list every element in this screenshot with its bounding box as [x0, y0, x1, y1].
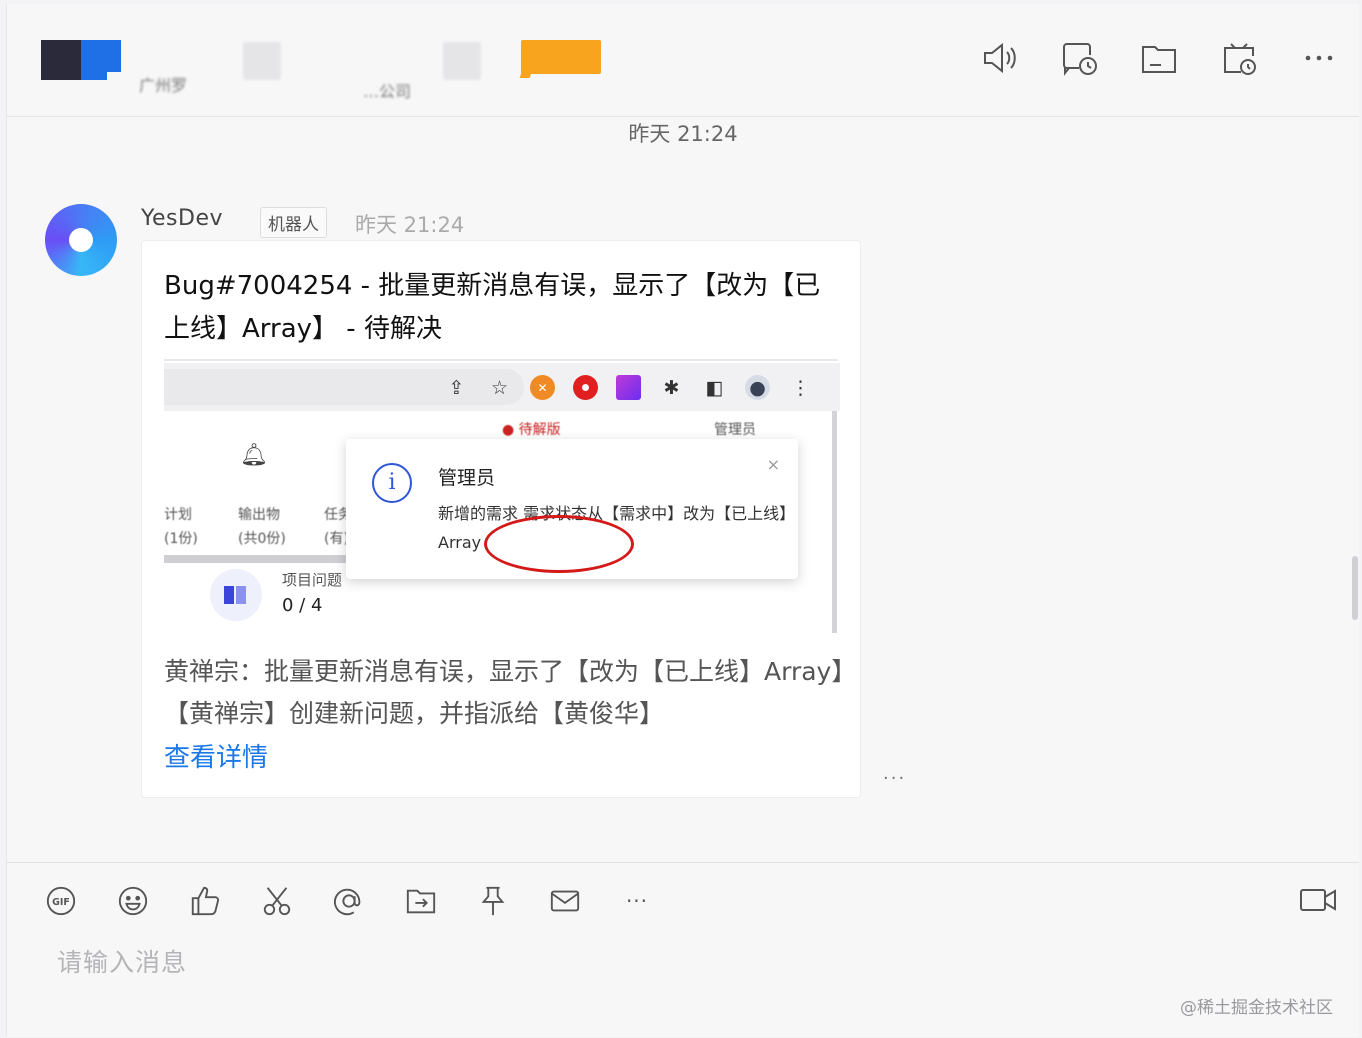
group-tag	[521, 40, 601, 74]
time-separator: 昨天 21:24	[628, 122, 738, 146]
mail-icon[interactable]	[549, 883, 581, 919]
embedded-scrollbar	[832, 411, 837, 633]
message-input[interactable]: 请输入消息	[57, 943, 187, 979]
record-icon	[573, 375, 598, 400]
group-avatar[interactable]	[41, 40, 121, 80]
sender-name[interactable]: YesDev	[141, 206, 223, 231]
more-icon[interactable]	[1299, 38, 1339, 78]
message-card[interactable]: Bug#7004254 - 批量更新消息有误，显示了【改为【已上线】Array】…	[141, 240, 861, 798]
info-icon: i	[372, 463, 412, 503]
speaker-icon[interactable]	[979, 38, 1019, 78]
kebab-menu-icon: ⋮	[791, 376, 810, 399]
pin-icon[interactable]	[477, 883, 509, 919]
card-divider	[164, 359, 838, 361]
card-title: Bug#7004254 - 批量更新消息有误，显示了【改为【已上线】Array】…	[164, 271, 821, 344]
message-more-button[interactable]: ···	[883, 768, 906, 789]
output-column: 输出物 (共0份)	[238, 507, 286, 547]
bot-badge: 机器人	[260, 207, 327, 238]
progress-bar	[164, 555, 374, 563]
embedded-screenshot[interactable]: ⇪ ☆ ✕ ✱ ◧ ● ⋮ 🔔︎ 计划 (1份) 输出物 (共0份) 任务 (有…	[164, 363, 840, 633]
thumbs-up-icon[interactable]	[189, 883, 221, 919]
notification-popup: i 管理员 × 新增的需求 需求状态从【需求中】改为【已上线】Array	[346, 439, 798, 579]
blurred-member-avatar	[443, 42, 481, 80]
partial-status: ● 待解版	[502, 422, 561, 438]
puzzle-icon: ✱	[663, 376, 680, 399]
chat-header: 广州罗 …公司	[7, 4, 1359, 117]
view-details-link[interactable]: 查看详情	[164, 737, 268, 774]
star-icon: ☆	[490, 376, 509, 399]
more-icon[interactable]: ···	[621, 883, 653, 919]
sidebar-icon: ◧	[705, 376, 724, 399]
forward-icon[interactable]	[405, 883, 437, 919]
chat-history-icon[interactable]	[1059, 38, 1099, 78]
folder-icon[interactable]	[1139, 38, 1179, 78]
composer: GIF ··· 请输入消息 @稀土掘金技术社区	[7, 862, 1359, 1037]
blurred-company-name: …公司	[363, 82, 412, 101]
gif-icon[interactable]: GIF	[45, 883, 77, 919]
window-resize-handle[interactable]	[1352, 556, 1358, 620]
notification-title: 管理员	[438, 467, 496, 489]
plan-column: 计划 (1份)	[164, 507, 198, 547]
project-icon	[210, 569, 262, 621]
profile-icon: ●	[745, 375, 770, 400]
highlight-oval	[484, 515, 634, 573]
close-icon: ×	[766, 455, 780, 474]
share-icon: ⇪	[448, 376, 465, 399]
chat-window: 广州罗 …公司 昨天 21:24 YesDev 机器人 昨天 21:24 Bug…	[6, 4, 1359, 1037]
calendar-clock-icon[interactable]	[1219, 38, 1259, 78]
bell-icon: 🔔︎	[240, 443, 268, 468]
message-time: 昨天 21:24	[355, 213, 465, 237]
scissors-icon[interactable]	[261, 883, 293, 919]
emoji-icon[interactable]	[117, 883, 149, 919]
bot-avatar[interactable]	[45, 204, 117, 276]
blurred-member-avatar	[243, 42, 281, 80]
svg-text:GIF: GIF	[52, 897, 70, 908]
extension-purple-icon	[616, 375, 641, 400]
partial-admin: 管理员	[714, 422, 756, 438]
blurred-group-name: 广州罗	[139, 76, 188, 95]
watermark: @稀土掘金技术社区	[1180, 998, 1333, 1018]
browser-toolbar: ⇪ ☆ ✕ ✱ ◧ ● ⋮	[164, 363, 840, 411]
card-body: 黄禅宗：批量更新消息有误，显示了【改为【已上线】Array】【黄禅宗】创建新问题…	[164, 657, 844, 728]
video-icon[interactable]	[1299, 887, 1337, 917]
extension-orange-icon: ✕	[530, 375, 555, 400]
project-count: 0 / 4	[282, 595, 323, 616]
at-icon[interactable]	[333, 883, 365, 919]
project-label: 项目问题	[282, 571, 343, 589]
